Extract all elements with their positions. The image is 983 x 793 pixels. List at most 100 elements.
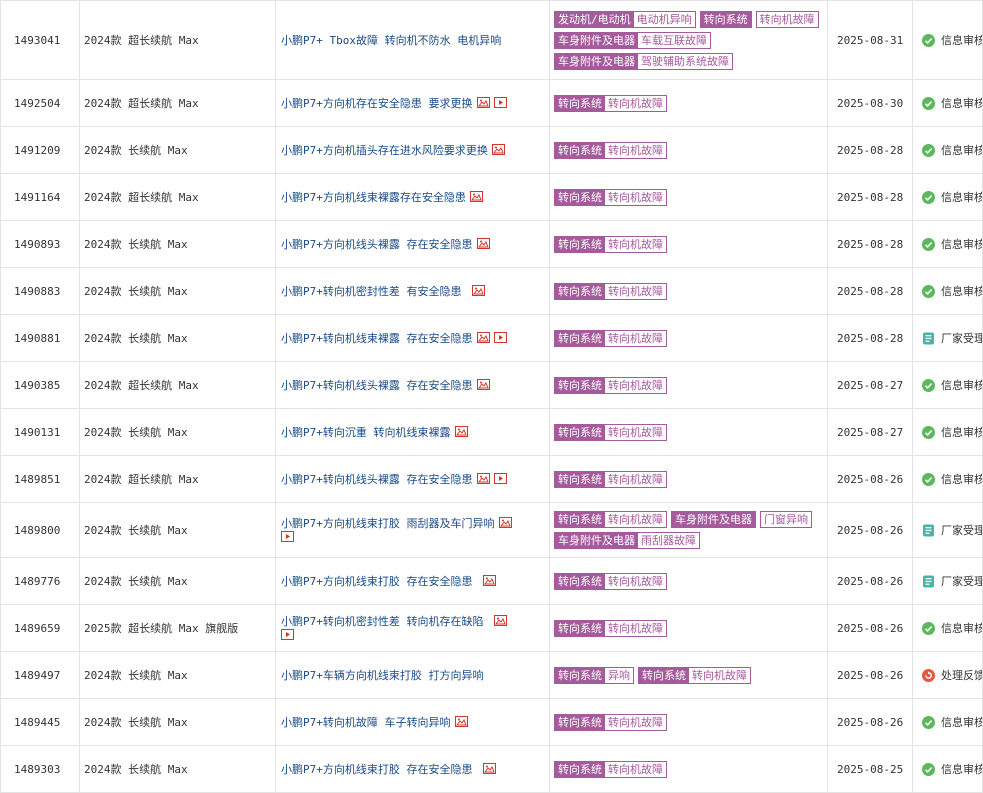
clipboard-icon bbox=[922, 332, 935, 345]
fault-tag-group: 转向机故障 bbox=[755, 10, 819, 28]
complaint-id: 1489851 bbox=[0, 455, 80, 503]
table-row[interactable]: 1490893 2024款 长续航 Max 小鹏P7+方向机线头裸露 存在安全隐患 转… bbox=[0, 220, 983, 268]
complaint-title-cell[interactable]: 小鹏P7+转向机线头裸露 存在安全隐患 bbox=[275, 455, 550, 503]
table-row[interactable]: 1489659 2025款 超长续航 Max 旗舰版 小鹏P7+转向机密封性差 转向… bbox=[0, 604, 983, 652]
image-icon[interactable] bbox=[454, 716, 468, 730]
complaint-title-cell[interactable]: 小鹏P7+转向机线束裸露 存在安全隐患 bbox=[275, 314, 550, 362]
fault-tag: 转向机故障 bbox=[605, 573, 666, 589]
status-cell: 厂家受理 bbox=[912, 502, 983, 558]
fault-tag-group: 转向系统 转向机故障 bbox=[554, 760, 667, 778]
complaint-title-link[interactable]: 小鹏P7+ Tbox故障 转向机不防水 电机异响 bbox=[281, 34, 501, 47]
table-row[interactable]: 1489851 2024款 超长续航 Max 小鹏P7+转向机线头裸露 存在安全隐患… bbox=[0, 455, 983, 503]
complaint-title-link[interactable]: 小鹏P7+方向机线束打胶 存在安全隐患 bbox=[281, 575, 479, 588]
complaint-title-link[interactable]: 小鹏P7+转向机线束裸露 存在安全隐患 bbox=[281, 332, 473, 345]
complaint-title-cell[interactable]: 小鹏P7+转向机密封性差 有安全隐患 bbox=[275, 267, 550, 315]
complaint-title-link[interactable]: 小鹏P7+转向机故障 车子转向异响 bbox=[281, 716, 451, 729]
complaint-title-cell[interactable]: 小鹏P7+方向机线束打胶 雨刮器及车门异响 bbox=[275, 502, 550, 558]
image-icon[interactable] bbox=[472, 285, 486, 299]
status-cell: 信息审核 bbox=[912, 79, 983, 127]
fault-tag: 车身附件及电器 bbox=[555, 53, 638, 69]
table-row[interactable]: 1490131 2024款 长续航 Max 小鹏P7+转向沉重 转向机线束裸露 转向系… bbox=[0, 408, 983, 456]
complaint-title-cell[interactable]: 小鹏P7+方向机线头裸露 存在安全隐患 bbox=[275, 220, 550, 268]
complaint-date: 2025-08-27 bbox=[827, 361, 913, 409]
video-icon[interactable] bbox=[281, 531, 294, 545]
image-icon[interactable] bbox=[476, 379, 490, 393]
fault-tag: 转向系统 bbox=[555, 142, 605, 158]
complaint-title-cell[interactable]: 小鹏P7+转向机密封性差 转向机存在缺陷 bbox=[275, 604, 550, 652]
complaint-title-link[interactable]: 小鹏P7+转向机线头裸露 存在安全隐患 bbox=[281, 379, 473, 392]
complaint-title-cell[interactable]: 小鹏P7+方向机线束裸露存在安全隐患 bbox=[275, 173, 550, 221]
image-icon[interactable] bbox=[476, 332, 490, 346]
image-icon[interactable] bbox=[498, 517, 512, 531]
video-icon[interactable] bbox=[493, 332, 507, 346]
complaint-date: 2025-08-28 bbox=[827, 126, 913, 174]
clipboard-icon bbox=[922, 524, 935, 537]
image-icon[interactable] bbox=[454, 426, 468, 440]
complaint-id: 1492504 bbox=[0, 79, 80, 127]
image-icon[interactable] bbox=[469, 191, 483, 205]
complaint-date: 2025-08-28 bbox=[827, 173, 913, 221]
fault-tag-group: 转向系统 转向机故障 bbox=[554, 376, 667, 394]
complaint-title-link[interactable]: 小鹏P7+方向机线束裸露存在安全隐患 bbox=[281, 191, 466, 204]
complaint-title-cell[interactable]: 小鹏P7+车辆方向机线束打胶 打方向异响 bbox=[275, 651, 550, 699]
status-cell: 信息审核 bbox=[912, 361, 983, 409]
table-row[interactable]: 1489497 2024款 长续航 Max 小鹏P7+车辆方向机线束打胶 打方向异响… bbox=[0, 651, 983, 699]
complaint-title-cell[interactable]: 小鹏P7+转向机线头裸露 存在安全隐患 bbox=[275, 361, 550, 409]
complaint-title-link[interactable]: 小鹏P7+车辆方向机线束打胶 打方向异响 bbox=[281, 669, 484, 682]
fault-tag: 转向机故障 bbox=[605, 95, 666, 111]
table-row[interactable]: 1490385 2024款 超长续航 Max 小鹏P7+转向机线头裸露 存在安全隐患… bbox=[0, 361, 983, 409]
complaint-title-link[interactable]: 小鹏P7+转向机密封性差 有安全隐患 bbox=[281, 285, 468, 298]
check-circle-icon bbox=[922, 284, 935, 298]
image-icon[interactable] bbox=[491, 144, 505, 158]
table-row[interactable]: 1489800 2024款 长续航 Max 小鹏P7+方向机线束打胶 雨刮器及车门异… bbox=[0, 502, 983, 558]
video-icon[interactable] bbox=[493, 473, 507, 487]
complaint-title-link[interactable]: 小鹏P7+方向机线束打胶 雨刮器及车门异响 bbox=[281, 517, 495, 530]
image-icon[interactable] bbox=[483, 763, 497, 777]
complaint-title-cell[interactable]: 小鹏P7+方向机存在安全隐患 要求更换 bbox=[275, 79, 550, 127]
complaint-title-cell[interactable]: 小鹏P7+转向机故障 车子转向异响 bbox=[275, 698, 550, 746]
status-badge: 信息审核 bbox=[941, 285, 983, 298]
table-row[interactable]: 1491164 2024款 超长续航 Max 小鹏P7+方向机线束裸露存在安全隐患 转… bbox=[0, 173, 983, 221]
table-row[interactable]: 1489445 2024款 长续航 Max 小鹏P7+转向机故障 车子转向异响 转向系… bbox=[0, 698, 983, 746]
status-cell: 信息审核 bbox=[912, 173, 983, 221]
image-icon[interactable] bbox=[494, 615, 508, 629]
video-icon[interactable] bbox=[281, 629, 294, 643]
table-row[interactable]: 1493041 2024款 超长续航 Max 小鹏P7+ Tbox故障 转向机不防水… bbox=[0, 0, 983, 80]
fault-tags: 转向系统 转向机故障 bbox=[549, 79, 828, 127]
fault-tags: 转向系统 转向机故障 bbox=[549, 314, 828, 362]
check-circle-icon bbox=[922, 96, 935, 110]
table-row[interactable]: 1489776 2024款 长续航 Max 小鹏P7+方向机线束打胶 存在安全隐患 … bbox=[0, 557, 983, 605]
check-circle-icon bbox=[922, 378, 935, 392]
complaint-title-cell[interactable]: 小鹏P7+ Tbox故障 转向机不防水 电机异响 bbox=[275, 0, 550, 80]
complaint-title-link[interactable]: 小鹏P7+方向机线头裸露 存在安全隐患 bbox=[281, 238, 473, 251]
complaint-title-link[interactable]: 小鹏P7+方向机存在安全隐患 要求更换 bbox=[281, 97, 473, 110]
image-icon[interactable] bbox=[476, 97, 490, 111]
table-row[interactable]: 1489303 2024款 长续航 Max 小鹏P7+方向机线束打胶 存在安全隐患 … bbox=[0, 745, 983, 793]
complaint-title-link[interactable]: 小鹏P7+方向机线束打胶 存在安全隐患 bbox=[281, 763, 479, 776]
complaint-title-link[interactable]: 小鹏P7+转向机密封性差 转向机存在缺陷 bbox=[281, 615, 490, 628]
fault-tag: 转向系统 bbox=[555, 471, 605, 487]
complaint-title-cell[interactable]: 小鹏P7+方向机线束打胶 存在安全隐患 bbox=[275, 557, 550, 605]
image-icon[interactable] bbox=[483, 575, 497, 589]
complaint-title-cell[interactable]: 小鹏P7+方向机线束打胶 存在安全隐患 bbox=[275, 745, 550, 793]
fault-tag-group: 转向系统 转向机故障 bbox=[554, 188, 667, 206]
complaint-title-link[interactable]: 小鹏P7+方向机插头存在进水风险要求更换 bbox=[281, 144, 488, 157]
status-badge: 信息审核 bbox=[941, 763, 983, 776]
vehicle-model: 2024款 长续航 Max bbox=[79, 267, 276, 315]
table-row[interactable]: 1492504 2024款 超长续航 Max 小鹏P7+方向机存在安全隐患 要求更换… bbox=[0, 79, 983, 127]
complaint-title-cell[interactable]: 小鹏P7+方向机插头存在进水风险要求更换 bbox=[275, 126, 550, 174]
table-row[interactable]: 1490881 2024款 长续航 Max 小鹏P7+转向机线束裸露 存在安全隐患 转… bbox=[0, 314, 983, 362]
table-row[interactable]: 1490883 2024款 长续航 Max 小鹏P7+转向机密封性差 有安全隐患 转… bbox=[0, 267, 983, 315]
status-badge: 信息审核 bbox=[941, 473, 983, 486]
video-icon[interactable] bbox=[493, 97, 507, 111]
image-icon[interactable] bbox=[476, 473, 490, 487]
fault-tag: 转向系统 bbox=[555, 236, 605, 252]
complaint-title-link[interactable]: 小鹏P7+转向机线头裸露 存在安全隐患 bbox=[281, 473, 473, 486]
fault-tags: 转向系统 转向机故障 bbox=[549, 173, 828, 221]
fault-tags: 转向系统 转向机故障 bbox=[549, 361, 828, 409]
fault-tag: 转向机故障 bbox=[605, 377, 666, 393]
image-icon[interactable] bbox=[476, 238, 490, 252]
table-row[interactable]: 1491209 2024款 长续航 Max 小鹏P7+方向机插头存在进水风险要求更换… bbox=[0, 126, 983, 174]
complaint-title-cell[interactable]: 小鹏P7+转向沉重 转向机线束裸露 bbox=[275, 408, 550, 456]
complaint-title-link[interactable]: 小鹏P7+转向沉重 转向机线束裸露 bbox=[281, 426, 451, 439]
